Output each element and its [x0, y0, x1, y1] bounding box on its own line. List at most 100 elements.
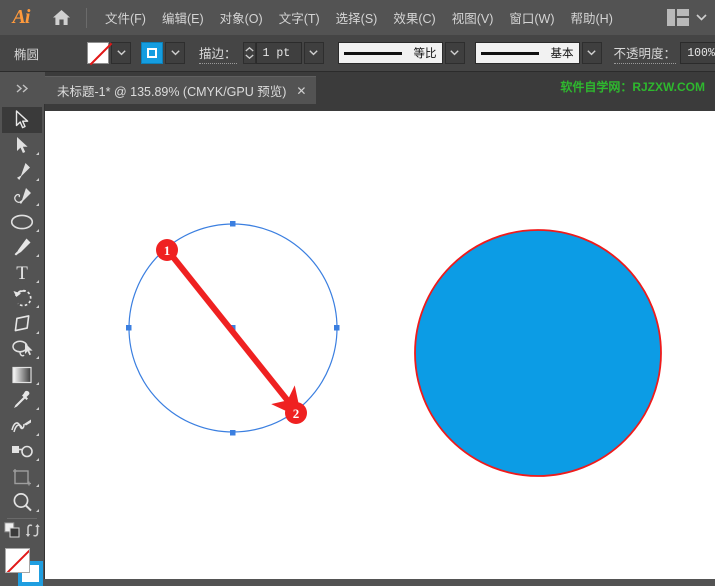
- menu-effect[interactable]: 效果(C): [385, 4, 443, 31]
- anchor-point-bottom[interactable]: [230, 430, 236, 436]
- filled-circle[interactable]: [414, 229, 662, 477]
- tools-panel: T: [0, 104, 45, 586]
- tool-flyout-indicator: [36, 254, 39, 258]
- swap-fill-stroke-icon[interactable]: [25, 523, 40, 543]
- svg-text:T: T: [16, 263, 28, 282]
- stroke-color-swatch[interactable]: [141, 42, 164, 64]
- menu-divider: [86, 7, 87, 28]
- opacity-input[interactable]: 100%: [680, 42, 715, 64]
- sidebar-item-blend-tool[interactable]: [2, 413, 42, 439]
- home-icon[interactable]: [42, 0, 80, 35]
- variable-width-profile[interactable]: 等比: [337, 42, 443, 64]
- tool-flyout-indicator: [36, 279, 39, 283]
- sidebar-item-eraser-tool[interactable]: [2, 311, 42, 337]
- chevron-down-icon: [309, 50, 318, 56]
- menu-item-list: 文件(F) 编辑(E) 对象(O) 文字(T) 选择(S) 效果(C) 视图(V…: [97, 4, 621, 31]
- tool-flyout-indicator: [36, 509, 39, 513]
- default-fill-stroke-icon[interactable]: [4, 522, 21, 544]
- tool-flyout-indicator: [36, 305, 39, 309]
- watermark-text: 软件自学网：RJZXW.COM: [560, 80, 705, 94]
- chevron-down-icon: [244, 54, 254, 59]
- tool-flyout-indicator: [36, 203, 39, 207]
- sidebar-item-ellipse-tool[interactable]: [2, 209, 42, 235]
- brush-definition[interactable]: 基本: [474, 42, 580, 64]
- zoom-magnifier-icon: [13, 493, 32, 512]
- fill-swatch-chevron[interactable]: [111, 42, 132, 64]
- stroke-weight-label[interactable]: 描边：: [199, 43, 237, 64]
- swap-arrows-glyph: [25, 524, 40, 538]
- chevron-down-icon: [116, 50, 126, 56]
- panel-expand-toggle[interactable]: [0, 72, 45, 104]
- sidebar-item-paintbrush-tool[interactable]: [2, 235, 42, 261]
- anchor-point-top[interactable]: [230, 221, 236, 227]
- rotate-icon: [13, 290, 32, 307]
- sidebar-item-shape-builder-tool[interactable]: [2, 439, 42, 465]
- sidebar-item-eyedropper-tool[interactable]: [2, 388, 42, 414]
- eyedropper-icon: [14, 391, 30, 409]
- chevron-down-icon: [696, 14, 707, 21]
- sidebar-item-zoom-tool[interactable]: [2, 490, 42, 516]
- sidebar-item-direct-selection-tool[interactable]: [2, 133, 42, 159]
- active-tool-label: 椭圆: [14, 47, 40, 62]
- step-badge-1: 1: [156, 239, 178, 261]
- menu-help[interactable]: 帮助(H): [563, 4, 621, 31]
- step-badge-2: 2: [285, 402, 307, 424]
- toolbar-divider: [7, 518, 37, 520]
- sidebar-item-pen-tool[interactable]: [2, 158, 42, 184]
- menu-select[interactable]: 选择(S): [328, 4, 386, 31]
- fill-color-swatch[interactable]: [87, 42, 110, 64]
- menu-object[interactable]: 对象(O): [212, 4, 271, 31]
- blend-icon: [11, 419, 31, 433]
- menu-view[interactable]: 视图(V): [444, 4, 502, 31]
- menu-type[interactable]: 文字(T): [271, 4, 328, 31]
- menu-window[interactable]: 窗口(W): [501, 4, 562, 31]
- menu-edit[interactable]: 编辑(E): [154, 4, 212, 31]
- control-options-bar: 椭圆 描边： 1 pt 等比 基本 不透明度： 100%: [0, 35, 715, 72]
- double-chevron-right-icon: [16, 83, 29, 93]
- ai-logo-icon: Ai: [12, 6, 31, 28]
- stroke-weight-stepper[interactable]: [242, 42, 256, 64]
- tool-flyout-indicator: [36, 228, 39, 232]
- workspace-layout-icon: [667, 9, 689, 26]
- stroke-swatch-inner: [147, 48, 158, 58]
- illustrator-window: Ai 文件(F) 编辑(E) 对象(O) 文字(T) 选择(S) 效果(C) 视…: [0, 0, 715, 586]
- tool-flyout-indicator: [36, 381, 39, 385]
- sidebar-item-rotate-tool[interactable]: [2, 286, 42, 312]
- sidebar-item-selection-tool[interactable]: [2, 107, 42, 133]
- menu-file[interactable]: 文件(F): [97, 4, 154, 31]
- brush-definition-chevron[interactable]: [581, 42, 602, 64]
- direct-selection-arrow-icon: [16, 136, 28, 153]
- sidebar-item-artboard-tool[interactable]: [2, 464, 42, 490]
- swatch-shortcuts-row: [2, 522, 42, 544]
- anchor-point-right[interactable]: [334, 325, 340, 331]
- tool-flyout-indicator: [36, 330, 39, 334]
- anchor-point-left[interactable]: [126, 325, 132, 331]
- document-tab[interactable]: 未标题-1* @ 135.89% (CMYK/GPU 预览) ✕: [45, 76, 317, 104]
- brush-definition-label: 基本: [550, 48, 574, 60]
- document-canvas[interactable]: 1 2: [45, 104, 715, 579]
- close-icon[interactable]: ✕: [296, 84, 306, 98]
- sidebar-item-lasso-tool[interactable]: [2, 337, 42, 363]
- chevron-down-icon: [170, 50, 180, 56]
- tool-flyout-indicator: [36, 407, 39, 411]
- workspace-switcher[interactable]: [667, 0, 707, 35]
- sidebar-item-type-tool[interactable]: T: [2, 260, 42, 286]
- arrow-shaft: [166, 250, 302, 419]
- sidebar-item-curvature-tool[interactable]: [2, 184, 42, 210]
- drag-direction-arrow: [166, 250, 302, 419]
- tool-flyout-indicator: [36, 483, 39, 487]
- variable-width-chevron[interactable]: [444, 42, 465, 64]
- artwork-layer: 1 2: [126, 221, 662, 477]
- stroke-weight-input[interactable]: 1 pt: [255, 42, 302, 64]
- stroke-weight-chevron[interactable]: [303, 42, 324, 64]
- tool-flyout-indicator: [36, 152, 39, 156]
- tool-flyout-indicator: [36, 177, 39, 181]
- width-profile-preview: [343, 51, 402, 55]
- gradient-icon: [12, 366, 32, 384]
- stroke-swatch-chevron[interactable]: [165, 42, 186, 64]
- tool-flyout-indicator: [36, 356, 39, 360]
- toolbar-fill-swatch[interactable]: [5, 548, 30, 574]
- opacity-label[interactable]: 不透明度：: [613, 43, 677, 64]
- sidebar-item-gradient-tool[interactable]: [2, 362, 42, 388]
- chevron-down-icon: [450, 50, 459, 56]
